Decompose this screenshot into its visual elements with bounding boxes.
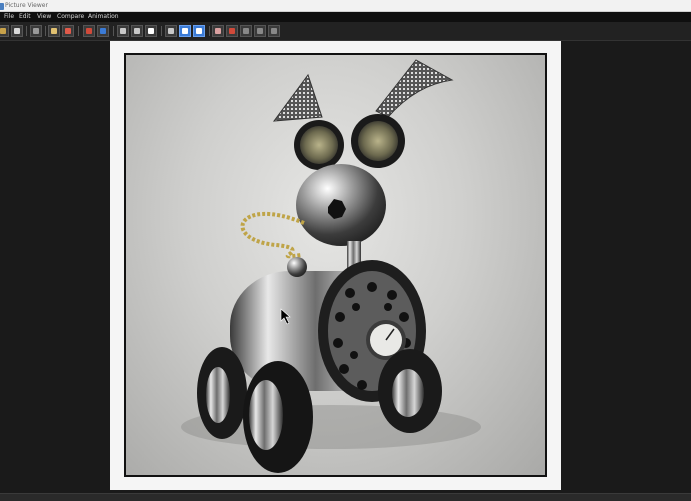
menu-bar: File Edit View Compare Animation [0, 12, 691, 22]
color-channel-button[interactable] [83, 25, 95, 37]
compare-b-button[interactable] [193, 25, 205, 37]
toolbar-separator [161, 26, 162, 36]
filter-button[interactable] [268, 25, 280, 37]
copy-button[interactable] [30, 25, 42, 37]
display-button[interactable] [131, 25, 143, 37]
zoom-in-icon [51, 28, 57, 34]
save-image-button[interactable] [11, 25, 23, 37]
menu-animation[interactable]: Animation [88, 12, 119, 22]
filter-icon [271, 28, 277, 34]
history-icon [120, 28, 126, 34]
split-icon [257, 28, 263, 34]
rendered-image[interactable] [124, 53, 547, 477]
menu-edit[interactable]: Edit [19, 12, 31, 22]
grid-icon [243, 28, 249, 34]
layer-button[interactable] [97, 25, 109, 37]
open-file-icon [0, 28, 6, 34]
title-bar: Picture Viewer [0, 0, 691, 12]
compare-a-button[interactable] [179, 25, 191, 37]
menu-view[interactable]: View [37, 12, 51, 22]
open-file-button[interactable] [0, 25, 9, 37]
text-button[interactable] [212, 25, 224, 37]
grid-button[interactable] [240, 25, 252, 37]
app-icon [0, 3, 4, 10]
window-title: Picture Viewer [5, 2, 48, 9]
stereo-icon [168, 28, 174, 34]
copy-icon [33, 28, 39, 34]
zoom-fit-icon [65, 28, 71, 34]
region-render-button[interactable] [145, 25, 157, 37]
stop-icon [229, 28, 235, 34]
history-button[interactable] [117, 25, 129, 37]
toolbar-separator [209, 26, 210, 36]
stop-button[interactable] [226, 25, 238, 37]
region-render-icon [148, 28, 154, 34]
image-viewport[interactable] [0, 41, 691, 493]
split-button[interactable] [254, 25, 266, 37]
menu-file[interactable]: File [4, 12, 14, 22]
compare-b-icon [196, 28, 202, 34]
layer-icon [100, 28, 106, 34]
display-icon [134, 28, 140, 34]
toolbar-separator [26, 26, 27, 36]
color-channel-icon [86, 28, 92, 34]
toolbar [0, 22, 691, 41]
toolbar-separator [78, 26, 79, 36]
menu-compare[interactable]: Compare [57, 12, 84, 22]
image-frame [110, 41, 561, 490]
zoom-in-button[interactable] [48, 25, 60, 37]
stereo-button[interactable] [165, 25, 177, 37]
text-icon [215, 28, 221, 34]
toolbar-separator [45, 26, 46, 36]
toolbar-separator [113, 26, 114, 36]
save-image-icon [14, 28, 20, 34]
compare-a-icon [182, 28, 188, 34]
robot-dog-render [181, 59, 481, 473]
zoom-fit-button[interactable] [62, 25, 74, 37]
